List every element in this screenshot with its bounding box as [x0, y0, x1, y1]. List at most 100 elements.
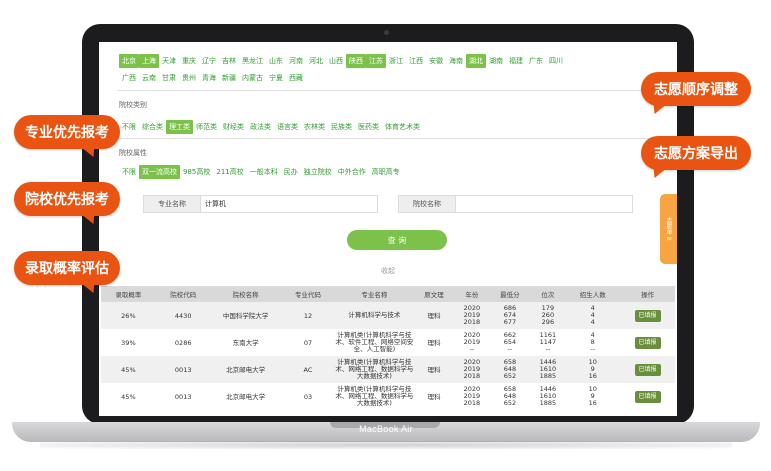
callout-school-first: 院校优先报考 [14, 182, 120, 216]
collapse-toggle[interactable]: 收起 [99, 266, 677, 276]
province-option[interactable]: 湖南 [486, 54, 506, 68]
school-attribute-option[interactable]: 独立院校 [301, 165, 335, 179]
query-button[interactable]: 查 询 [347, 230, 447, 250]
province-option[interactable]: 上海 [139, 54, 159, 68]
school-attribute-option[interactable]: 211高校 [213, 165, 246, 179]
rank-cell: 1161 1147 -- [530, 329, 565, 356]
min-score: -- [507, 345, 513, 353]
school-category-option[interactable]: 政法类 [247, 120, 274, 134]
province-option[interactable]: 广东 [526, 54, 546, 68]
laptop-screen: 北京 上海 天津 重庆 辽宁 吉林 黑龙江 山东 河南 河北 山西 陕西 江苏 浙江 江西 安徽 海南 湖北 湖南福… [99, 42, 677, 416]
province-option[interactable]: 重庆 [179, 54, 199, 68]
action-cell: 已填报 [620, 383, 675, 410]
column-header: 原文理 [413, 286, 455, 302]
school-name-input[interactable] [455, 195, 633, 213]
province-option[interactable]: 北京 [119, 54, 139, 68]
school-category-option[interactable]: 语言类 [274, 120, 301, 134]
min-score-cell: 658 648 652 [489, 383, 530, 410]
province-option[interactable]: 山西 [326, 54, 346, 68]
laptop-shadow [40, 441, 732, 449]
subject-type: 理科 [427, 392, 441, 401]
school-attribute-option[interactable]: 中外合作 [335, 165, 369, 179]
province-option[interactable]: 新疆 [219, 71, 239, 85]
province-option[interactable]: 宁夏 [266, 71, 286, 85]
province-option[interactable]: 辽宁 [199, 54, 219, 68]
callout-order-adjust: 志愿顺序调整 [641, 72, 751, 106]
action-cell: 已填报 [620, 302, 675, 329]
province-option[interactable]: 湖北 [466, 54, 486, 68]
rank: -- [545, 345, 551, 353]
filled-button[interactable]: 已填报 [634, 363, 661, 376]
school-category-option[interactable]: 农林类 [301, 120, 328, 134]
province-option[interactable]: 河北 [306, 54, 326, 68]
table-row: 45% 0013 北京邮电大学 AC 计算机类(计算机科学与技术、网络工程、数据科学与大… [101, 356, 675, 383]
year: 2018 [463, 372, 481, 380]
province-option[interactable]: 海南 [446, 54, 466, 68]
subject-type: 理科 [413, 356, 455, 383]
province-option[interactable]: 西藏 [286, 71, 306, 85]
province-option[interactable]: 吉林 [219, 54, 239, 68]
school-category-option[interactable]: 师范类 [193, 120, 220, 134]
filled-button[interactable]: 已填报 [634, 336, 661, 349]
province-option[interactable]: 云南 [139, 71, 159, 85]
divider [117, 90, 657, 91]
province-option[interactable]: 广西 [119, 71, 139, 85]
action-cell: 已填报 [620, 329, 675, 356]
school-category-option[interactable]: 不限 [119, 120, 139, 134]
major-code: 07 [303, 338, 313, 347]
column-header: 招生人数 [565, 286, 621, 302]
school-category-filter: 不限 综合类 理工类 师范类 财经类 政法类 语言类 农林类 民族类 医药类 体育艺术类 [119, 120, 423, 134]
school-attribute-option[interactable]: 双一流高校 [139, 165, 180, 179]
column-header: 年份 [454, 286, 490, 302]
province-option[interactable]: 甘肃 [159, 71, 179, 85]
school-category-option[interactable]: 民族类 [328, 120, 355, 134]
province-option[interactable]: 天津 [159, 54, 179, 68]
province-option[interactable]: 黑龙江 [239, 54, 266, 68]
major-name: 计算机类(计算机科学与技术、网络工程、数据科学与大数据技术) [335, 356, 414, 383]
filled-button[interactable]: 已填报 [634, 309, 661, 322]
province-option[interactable]: 安徽 [426, 54, 446, 68]
rank-cell: 179 260 296 [530, 302, 566, 329]
school-category-label: 院校类别 [119, 101, 147, 109]
subject-type: 理科 [427, 338, 441, 347]
school-attribute-option[interactable]: 不限 [119, 165, 139, 179]
table-row: 26% 4430 中国科学院大学 12 计算机科学与技术 理科 2020 2019 2018 68… [101, 302, 675, 329]
device-brand-label: MacBook Air [359, 424, 413, 434]
school-attribute-option[interactable]: 985高校 [180, 165, 213, 179]
province-option[interactable]: 内蒙古 [239, 71, 266, 85]
province-option[interactable]: 山东 [266, 54, 286, 68]
province-option[interactable]: 浙江 [386, 54, 406, 68]
province-option[interactable]: 江西 [406, 54, 426, 68]
major-name-input[interactable]: 计算机 [200, 195, 378, 213]
school-category-option[interactable]: 医药类 [355, 120, 382, 134]
min-score-cell: 658 648 652 [489, 356, 531, 383]
min-score: 652 [503, 372, 517, 380]
min-score-cell: 662 654 -- [489, 329, 530, 356]
province-option[interactable]: 福建 [506, 54, 526, 68]
school-name: 北京邮电大学 [226, 392, 266, 401]
major-code: 03 [303, 392, 313, 401]
school-code: 0286 [174, 338, 192, 347]
year-cell: 2020 2019 2018 [454, 356, 490, 383]
school-name: 北京邮电大学 [210, 356, 281, 383]
province-option[interactable]: 河南 [286, 54, 306, 68]
province-option[interactable]: 四川 [546, 54, 566, 68]
subject-type: 理科 [413, 302, 455, 329]
enrollment-count: -- [590, 345, 596, 353]
province-option[interactable]: 陕西 [346, 54, 366, 68]
school-attribute-option[interactable]: 民办 [281, 165, 301, 179]
province-option[interactable]: 贵州 [179, 71, 199, 85]
school-category-option[interactable]: 综合类 [139, 120, 166, 134]
table-header-row: 录取概率 院校代码 院校名称 专业代码 专业名称 原文理 年份 最低分 位次 招生人数 操作 [101, 286, 675, 302]
school-category-option[interactable]: 财经类 [220, 120, 247, 134]
school-category-option[interactable]: 理工类 [166, 120, 193, 134]
volunteer-list-tab[interactable]: 志愿单 8 [660, 194, 677, 264]
filled-button[interactable]: 已填报 [634, 390, 661, 403]
province-option[interactable]: 青海 [199, 71, 219, 85]
province-option[interactable]: 江苏 [366, 54, 386, 68]
school-attribute-option[interactable]: 高职高专 [369, 165, 403, 179]
school-attribute-option[interactable]: 一般本科 [247, 165, 281, 179]
column-header: 专业名称 [335, 286, 414, 302]
school-category-option[interactable]: 体育艺术类 [382, 120, 423, 134]
school-name: 东南大学 [232, 338, 259, 347]
